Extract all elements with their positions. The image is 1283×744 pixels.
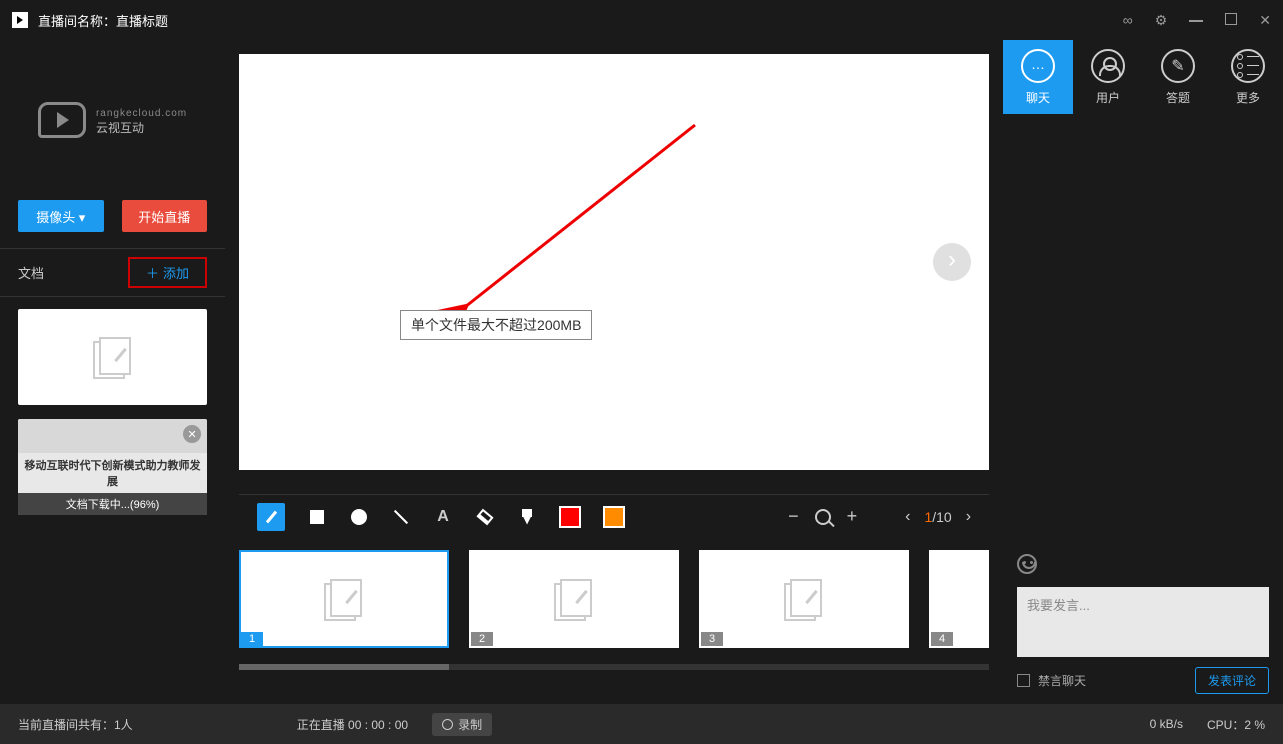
document-item[interactable]: ✕ 移动互联时代下创新模式助力教师发展 文档下载中...(96%) PPT后移动… xyxy=(18,419,207,515)
toolbar: A − + ‹ 1/10 › xyxy=(239,494,989,538)
tab-more[interactable]: 更多 xyxy=(1213,40,1283,114)
tab-user[interactable]: 用户 xyxy=(1073,40,1143,114)
sidebar: rangkecloud.com 云视互动 摄像头 ▾ 开始直播 文档 ＋添加 ✕… xyxy=(0,40,225,704)
viewer-count: 当前直播间共有：1人 xyxy=(18,716,133,733)
chat-messages xyxy=(1003,114,1283,544)
title-bar: 直播间名称： 直播标题 ∞ ⚙ xyxy=(0,0,1283,40)
status-bar: 当前直播间共有：1人 正在直播 00 : 00 : 00 录制 0 kB/s C… xyxy=(0,704,1283,744)
text-tool[interactable]: A xyxy=(433,507,453,527)
gear-icon[interactable]: ⚙ xyxy=(1155,12,1168,29)
line-tool[interactable] xyxy=(391,507,411,527)
live-timer: 正在直播 00 : 00 : 00 xyxy=(297,716,408,733)
slide-thumbnail[interactable]: 3 xyxy=(699,550,909,648)
color-swatch[interactable] xyxy=(559,506,581,528)
next-slide-button[interactable] xyxy=(933,243,971,281)
chat-input[interactable]: 我要发言... xyxy=(1017,587,1269,657)
network-speed: 0 kB/s xyxy=(1150,717,1183,731)
close-icon[interactable] xyxy=(1259,12,1271,29)
title-value: 直播标题 xyxy=(116,11,168,30)
tab-chat[interactable]: 聊天 xyxy=(1003,40,1073,114)
maximize-icon[interactable] xyxy=(1225,12,1237,28)
zoom-in-button[interactable]: + xyxy=(847,506,858,527)
logo-small-text: rangkecloud.com xyxy=(96,108,187,119)
tab-quiz[interactable]: 答题 xyxy=(1143,40,1213,114)
color-swatch[interactable] xyxy=(603,506,625,528)
eraser-tool[interactable] xyxy=(475,507,495,527)
page-total: /10 xyxy=(932,509,951,525)
document-icon xyxy=(93,337,133,377)
brush-tool[interactable] xyxy=(517,507,537,527)
emoji-icon[interactable] xyxy=(1017,554,1037,574)
pencil-tool[interactable] xyxy=(257,503,285,531)
tooltip: 单个文件最大不超过200MB xyxy=(400,310,592,340)
record-button[interactable]: 录制 xyxy=(432,713,492,736)
slide-thumbnail[interactable]: 2 xyxy=(469,550,679,648)
app-icon xyxy=(12,12,28,28)
thumbnail-scrollbar[interactable] xyxy=(239,664,989,670)
minimize-icon[interactable] xyxy=(1189,12,1203,28)
canvas[interactable] xyxy=(239,54,989,470)
quiz-icon xyxy=(1161,49,1195,83)
doc-title: 移动互联时代下创新模式助力教师发展 xyxy=(18,453,207,493)
right-panel: 聊天 用户 答题 更多 我要发言... 禁言聊天 发表评论 xyxy=(1003,40,1283,704)
slide-thumbnail[interactable]: 1 xyxy=(239,550,449,648)
camera-button[interactable]: 摄像头 ▾ xyxy=(18,200,104,232)
document-item[interactable] xyxy=(18,309,207,405)
start-live-button[interactable]: 开始直播 xyxy=(122,200,208,232)
rectangle-tool[interactable] xyxy=(307,507,327,527)
slide-thumbnail[interactable]: 4 xyxy=(929,550,989,648)
zoom-out-button[interactable]: − xyxy=(788,506,799,527)
user-icon xyxy=(1091,49,1125,83)
next-page-button[interactable]: › xyxy=(966,508,971,526)
document-label: 文档 xyxy=(18,263,44,282)
prev-page-button[interactable]: ‹ xyxy=(905,508,910,526)
send-button[interactable]: 发表评论 xyxy=(1195,667,1269,694)
circle-tool[interactable] xyxy=(349,507,369,527)
magnifier-icon[interactable] xyxy=(815,509,831,525)
mute-checkbox[interactable] xyxy=(1017,674,1030,687)
center-panel: 单个文件最大不超过200MB A − + ‹ 1/10 › 1 xyxy=(225,40,1003,704)
logo-cn-text: 云视互动 xyxy=(96,119,187,136)
logo-icon xyxy=(38,102,86,138)
doc-download-progress: 文档下载中...(96%) xyxy=(18,493,207,515)
thumbnail-strip: 1 2 3 4 xyxy=(239,544,989,664)
share-icon[interactable]: ∞ xyxy=(1123,12,1133,28)
plus-icon: ＋ xyxy=(146,266,159,281)
mute-label: 禁言聊天 xyxy=(1038,672,1086,689)
add-document-button[interactable]: ＋添加 xyxy=(128,257,207,288)
chat-icon xyxy=(1021,49,1055,83)
close-doc-icon[interactable]: ✕ xyxy=(183,425,201,443)
cpu-usage: CPU：2 % xyxy=(1207,716,1265,733)
logo: rangkecloud.com 云视互动 xyxy=(0,40,225,200)
title-label: 直播间名称： xyxy=(38,11,116,30)
more-icon xyxy=(1231,49,1265,83)
